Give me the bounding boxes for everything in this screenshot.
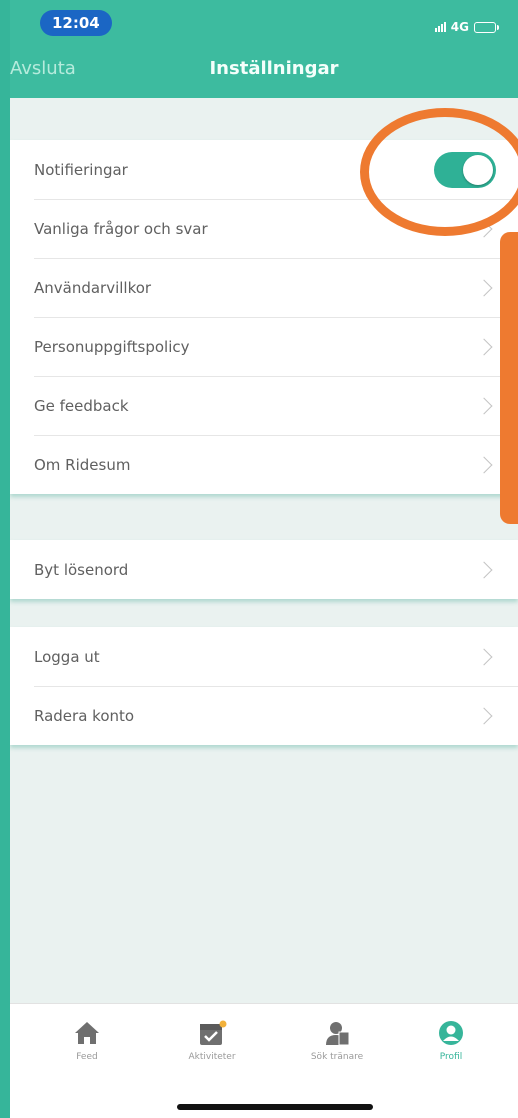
settings-row-terms[interactable]: Användarvillkor [10,258,518,317]
tab-label: Profil [439,1052,463,1062]
home-icon [74,1018,100,1048]
settings-row-about[interactable]: Om Ridesum [10,435,518,494]
calendar-check-icon [197,1018,227,1048]
row-label: Ge feedback [34,396,129,415]
settings-screen: 12:04 4G Inställningar Avsluta Notifieri… [10,0,518,1118]
status-indicators: 4G [434,20,499,34]
tab-find-trainer[interactable]: Sök tränare [282,1018,392,1062]
chevron-right-icon [475,648,493,665]
tab-profile[interactable]: Profil [396,1018,506,1062]
tab-label: Sök tränare [310,1052,364,1062]
status-time: 12:04 [40,10,112,36]
row-label: Byt lösenord [34,560,129,579]
chevron-right-icon [475,338,493,355]
row-label: Personuppgiftspolicy [34,337,190,356]
trainer-search-icon [324,1018,350,1048]
row-label: Radera konto [34,706,135,725]
network-label: 4G [450,20,469,34]
annotation-ellipse [360,108,518,236]
tab-activities[interactable]: Aktiviteter [157,1018,267,1062]
tab-label: Feed [76,1052,98,1062]
chevron-right-icon [475,397,493,414]
settings-group-password: Byt lösenord [10,540,518,599]
page-title: Inställningar [209,58,339,79]
settings-row-privacy[interactable]: Personuppgiftspolicy [10,317,518,376]
tab-bar: Feed Aktiviteter Sök tränare Profil [10,1003,518,1118]
back-button[interactable]: Avsluta [10,58,76,79]
home-indicator [177,1104,373,1110]
settings-row-change-password[interactable]: Byt lösenord [10,540,518,599]
tab-label: Aktiviteter [188,1052,236,1062]
tab-feed[interactable]: Feed [32,1018,142,1062]
settings-row-feedback[interactable]: Ge feedback [10,376,518,435]
row-label: Om Ridesum [34,455,131,474]
top-bar: 12:04 4G Inställningar Avsluta [10,0,518,98]
battery-icon [474,21,499,33]
settings-row-delete-account[interactable]: Radera konto [10,686,518,745]
chevron-right-icon [475,456,493,473]
profile-icon [438,1018,464,1048]
signal-icon [434,22,446,32]
settings-group-account: Logga ut Radera konto [10,627,518,745]
annotation-bar [500,232,518,524]
settings-row-logout[interactable]: Logga ut [10,627,518,686]
chevron-right-icon [475,561,493,578]
row-label: Användarvillkor [34,278,152,297]
chevron-right-icon [475,707,493,724]
row-label: Logga ut [34,647,100,666]
chevron-right-icon [475,279,493,296]
